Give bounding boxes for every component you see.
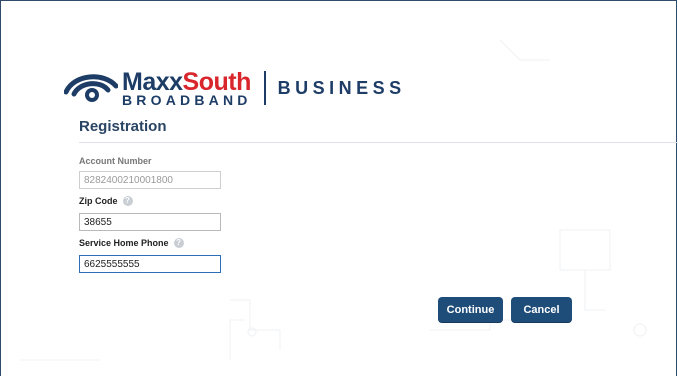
zip-code-field[interactable]	[79, 213, 221, 231]
logo-divider	[263, 71, 266, 105]
help-icon[interactable]: ?	[173, 238, 184, 248]
account-number-label-text: Account Number	[79, 156, 152, 166]
logo-wordmark: MaxxSouth BROADBAND	[122, 69, 252, 108]
help-icon[interactable]: ?	[122, 196, 133, 206]
service-home-phone-label-text: Service Home Phone	[79, 238, 169, 248]
maxxsouth-logo-icon	[64, 74, 118, 102]
continue-button[interactable]: Continue	[438, 297, 503, 323]
zip-code-label-text: Zip Code	[79, 196, 118, 206]
logo-broadband-text: BROADBAND	[122, 91, 252, 108]
maxxsouth-business-logo[interactable]: MaxxSouth BROADBAND BUSINESS	[64, 66, 406, 110]
title-divider	[79, 142, 678, 143]
zip-code-label: Zip Code ?	[79, 196, 133, 206]
account-number-field[interactable]	[79, 171, 221, 189]
logo-business-text: BUSINESS	[277, 77, 406, 98]
account-number-label: Account Number	[79, 156, 152, 166]
service-home-phone-field[interactable]	[79, 255, 221, 273]
service-home-phone-label: Service Home Phone ?	[79, 238, 184, 248]
cancel-button[interactable]: Cancel	[511, 297, 572, 323]
page-title: Registration	[79, 118, 167, 135]
